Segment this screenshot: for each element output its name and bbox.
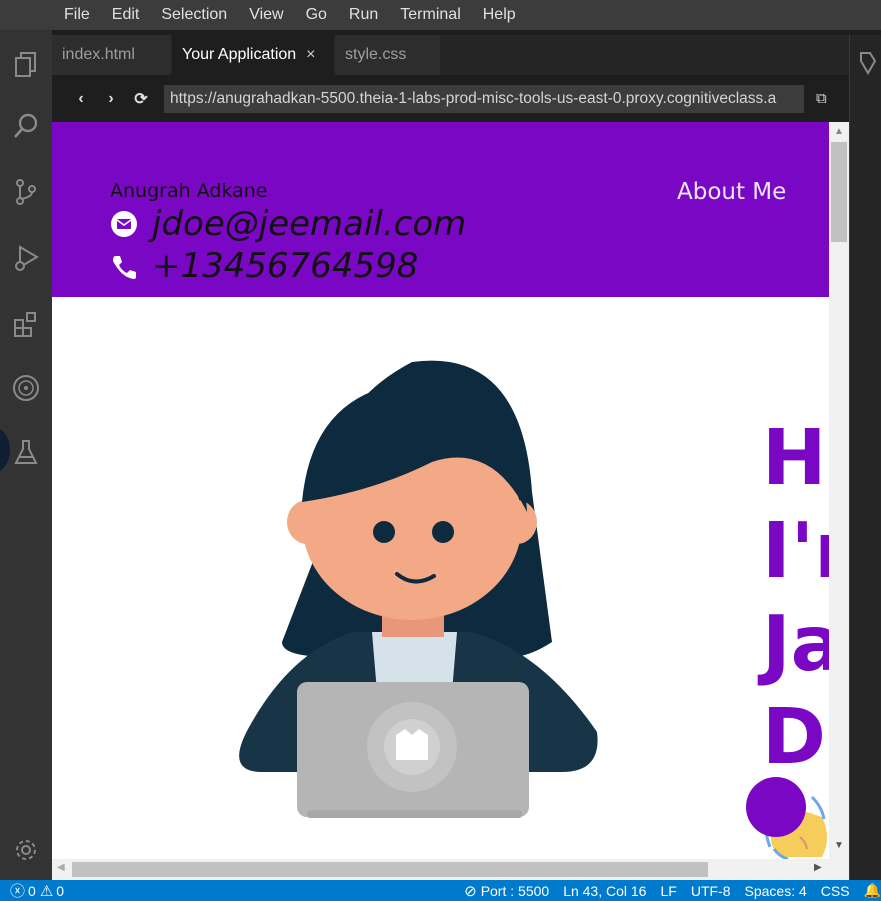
tab-label: Your Application xyxy=(182,46,297,63)
forward-icon[interactable]: › xyxy=(96,90,126,108)
hero-line: Hi xyxy=(762,414,829,503)
flask-icon[interactable] xyxy=(6,432,46,472)
error-icon[interactable]: ⓧ xyxy=(10,880,25,901)
tab-your-application[interactable]: Your Application × xyxy=(172,35,335,75)
scroll-down-icon[interactable]: ▼ xyxy=(834,840,844,851)
vertical-scrollbar[interactable]: ▲ ▼ xyxy=(829,122,849,859)
outline-icon[interactable] xyxy=(858,49,878,80)
scroll-left-icon[interactable]: ◀ xyxy=(57,862,65,873)
phone-icon xyxy=(113,256,136,279)
extensions-icon[interactable] xyxy=(6,304,46,344)
settings-gear-icon[interactable] xyxy=(6,830,46,870)
language-mode[interactable]: CSS xyxy=(821,883,850,899)
tab-label: index.html xyxy=(62,46,135,63)
scroll-up-icon[interactable]: ▲ xyxy=(834,126,844,137)
site-owner-name: Anugrah Adkane xyxy=(110,180,268,202)
back-icon[interactable]: ‹ xyxy=(66,90,96,108)
menu-view[interactable]: View xyxy=(238,6,294,24)
run-debug-icon[interactable] xyxy=(6,238,46,278)
menu-file[interactable]: File xyxy=(53,6,101,24)
explorer-icon[interactable] xyxy=(6,44,46,84)
vertical-scroll-thumb[interactable] xyxy=(831,142,847,242)
preview-url-bar: ‹ › ⟳ https://anugrahadkan-5500.theia-1-… xyxy=(52,75,849,122)
editor-tabs: index.html Your Application × style.css xyxy=(52,35,849,75)
horizontal-scrollbar[interactable]: ◀ ▶ xyxy=(52,859,849,880)
source-control-icon[interactable] xyxy=(6,172,46,212)
floating-action-dot[interactable] xyxy=(746,777,806,837)
menu-help[interactable]: Help xyxy=(472,6,527,24)
horizontal-scroll-thumb[interactable] xyxy=(72,862,708,877)
line-ending[interactable]: LF xyxy=(660,883,676,899)
open-external-icon[interactable]: ⧉ xyxy=(816,90,827,107)
developer-illustration xyxy=(239,360,598,818)
tab-label: style.css xyxy=(345,46,407,63)
hero-line: Ja xyxy=(762,600,829,689)
port-status[interactable]: Port : 5500 xyxy=(481,883,550,899)
phone-link[interactable]: +13456764598 xyxy=(152,246,418,286)
nav-about-me[interactable]: About Me xyxy=(677,179,786,205)
file-encoding[interactable]: UTF-8 xyxy=(691,883,731,899)
skills-network-icon[interactable] xyxy=(6,368,46,408)
search-icon[interactable] xyxy=(6,106,46,146)
page-viewport: Anugrah Adkane jdoe@jeemail.com +1345676… xyxy=(52,122,829,859)
menu-edit[interactable]: Edit xyxy=(101,6,151,24)
tab-style-css[interactable]: style.css xyxy=(335,35,441,75)
url-input[interactable]: https://anugrahadkan-5500.theia-1-labs-p… xyxy=(164,84,804,113)
indentation[interactable]: Spaces: 4 xyxy=(745,883,807,899)
menu-bar: File Edit Selection View Go Run Terminal… xyxy=(0,0,881,30)
hero-heading: Hi I'm Ja Do xyxy=(762,412,829,784)
tab-index-html[interactable]: index.html xyxy=(52,35,172,75)
menu-run[interactable]: Run xyxy=(338,6,389,24)
menu-go[interactable]: Go xyxy=(295,6,338,24)
menu-terminal[interactable]: Terminal xyxy=(389,6,471,24)
warning-count[interactable]: 0 xyxy=(56,883,64,899)
no-entry-icon: ⊘ xyxy=(464,882,477,900)
status-bar: ⓧ 0 ⚠ 0 ⊘ Port : 5500 Ln 43, Col 16 LF U… xyxy=(0,880,881,901)
refresh-icon[interactable]: ⟳ xyxy=(126,89,156,109)
right-panel-strip xyxy=(849,35,881,880)
error-count[interactable]: 0 xyxy=(28,883,36,899)
cursor-position[interactable]: Ln 43, Col 16 xyxy=(563,883,646,899)
email-link[interactable]: jdoe@jeemail.com xyxy=(152,204,466,244)
activity-bar xyxy=(0,30,52,880)
site-header: Anugrah Adkane jdoe@jeemail.com +1345676… xyxy=(52,122,829,297)
hero-line: Do xyxy=(762,693,829,782)
close-icon[interactable]: × xyxy=(306,46,315,64)
menu-selection[interactable]: Selection xyxy=(150,6,238,24)
scroll-right-icon[interactable]: ▶ xyxy=(814,862,822,873)
envelope-icon xyxy=(111,211,137,237)
warning-icon[interactable]: ⚠ xyxy=(40,882,53,900)
notifications-bell-icon[interactable]: 🔔 xyxy=(864,882,881,899)
hero-line: I'm xyxy=(762,507,829,596)
